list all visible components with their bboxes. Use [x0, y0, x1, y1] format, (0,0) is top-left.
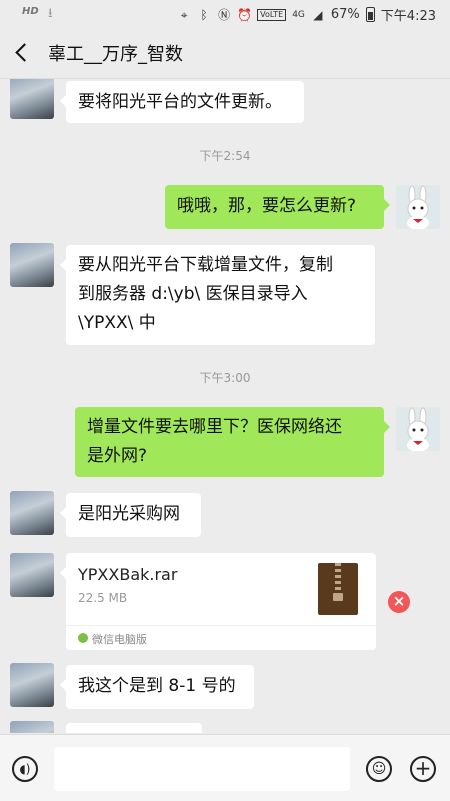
- more-options-button[interactable]: [408, 40, 436, 66]
- message-bubble-left[interactable]: [66, 723, 202, 733]
- plus-icon[interactable]: +: [410, 756, 436, 782]
- avatar[interactable]: [10, 243, 54, 287]
- avatar[interactable]: [10, 79, 54, 119]
- signal-icon: ◢: [313, 7, 323, 22]
- message-bubble-left[interactable]: 我这个是到 8-1 号的: [60, 665, 254, 709]
- message-text-line: 要从阳光平台下载增量文件，复制: [78, 255, 333, 275]
- avatar[interactable]: [396, 407, 440, 451]
- message-text-line: \YPXX\ 中: [78, 313, 156, 333]
- battery-icon: [365, 7, 375, 22]
- avatar[interactable]: [10, 721, 54, 733]
- avatar[interactable]: [10, 663, 54, 707]
- wechat-pc-icon: [78, 633, 88, 643]
- chat-message-list[interactable]: 要将阳光平台的文件更新。 下午2:54 哦哦，那，要怎么更新? 要从阳光平台下载…: [0, 79, 450, 733]
- message-text: 我这个是到 8-1 号的: [78, 676, 236, 696]
- bluetooth-icon: ᛒ: [200, 7, 208, 22]
- timestamp: 下午2:54: [199, 149, 251, 163]
- hd-indicator: HD: [22, 6, 39, 17]
- status-icons: ⌖ ᛒ Ⓝ ⏰ VoLTE 4G ◢ 67% 下午4:23: [177, 5, 436, 24]
- volte-badge: VoLTE: [257, 8, 287, 21]
- message-bubble-right[interactable]: 哦哦，那，要怎么更新?: [165, 185, 390, 229]
- download-icon: ⭳: [48, 6, 53, 21]
- avatar[interactable]: [10, 553, 54, 597]
- file-name: YPXXBak.rar: [78, 565, 178, 584]
- rabbit-avatar-icon: [396, 407, 440, 451]
- battery-percent: 67%: [330, 7, 360, 22]
- message-text-line: 到服务器 d:\yb\ 医保目录导入: [78, 284, 308, 304]
- message-text-line: 增量文件要去哪里下？医保网络还: [87, 417, 342, 437]
- emoji-icon[interactable]: ☺: [366, 756, 392, 782]
- file-size: 22.5 MB: [78, 591, 128, 605]
- message-text: 要将阳光平台的文件更新。: [78, 92, 282, 112]
- message-bubble-left[interactable]: 要从阳光平台下载增量文件，复制 到服务器 d:\yb\ 医保目录导入 \YPXX…: [60, 245, 375, 345]
- avatar[interactable]: [10, 491, 54, 535]
- location-icon: ⌖: [180, 7, 188, 22]
- message-text: 哦哦，那，要怎么更新?: [177, 196, 357, 216]
- clock: 下午4:23: [380, 9, 436, 24]
- network-type: 4G: [292, 9, 305, 20]
- back-arrow-icon[interactable]: [12, 40, 36, 66]
- message-bubble-left[interactable]: 要将阳光平台的文件更新。: [60, 81, 304, 123]
- file-source-label: 微信电脑版: [92, 633, 147, 646]
- input-bar: ◖) ☺ +: [0, 734, 450, 801]
- voice-input-icon[interactable]: ◖): [12, 756, 38, 782]
- message-bubble-right[interactable]: 增量文件要去哪里下？医保网络还 是外网?: [75, 407, 390, 477]
- timestamp: 下午3:00: [199, 371, 251, 385]
- file-message-card[interactable]: YPXXBak.rar 22.5 MB 微信电脑版: [60, 553, 376, 651]
- status-bar: HD ⭳ ⌖ ᛒ Ⓝ ⏰ VoLTE 4G ◢ 67% 下午4:23: [0, 0, 450, 28]
- message-bubble-left[interactable]: 是阳光采购网: [60, 493, 201, 537]
- nfc-icon: Ⓝ: [218, 7, 231, 22]
- message-text: 是阳光采购网: [78, 504, 180, 524]
- file-source: 微信电脑版: [66, 625, 376, 651]
- chat-header: 辜工__万序_智数: [0, 28, 450, 79]
- send-failed-icon[interactable]: ×: [388, 591, 410, 613]
- avatar[interactable]: [396, 185, 440, 229]
- chat-title: 辜工__万序_智数: [48, 44, 183, 65]
- message-input[interactable]: [54, 747, 350, 791]
- alarm-icon: ⏰: [237, 7, 253, 22]
- message-text-line: 是外网?: [87, 446, 148, 466]
- archive-file-icon: [318, 563, 358, 615]
- rabbit-avatar-icon: [396, 185, 440, 229]
